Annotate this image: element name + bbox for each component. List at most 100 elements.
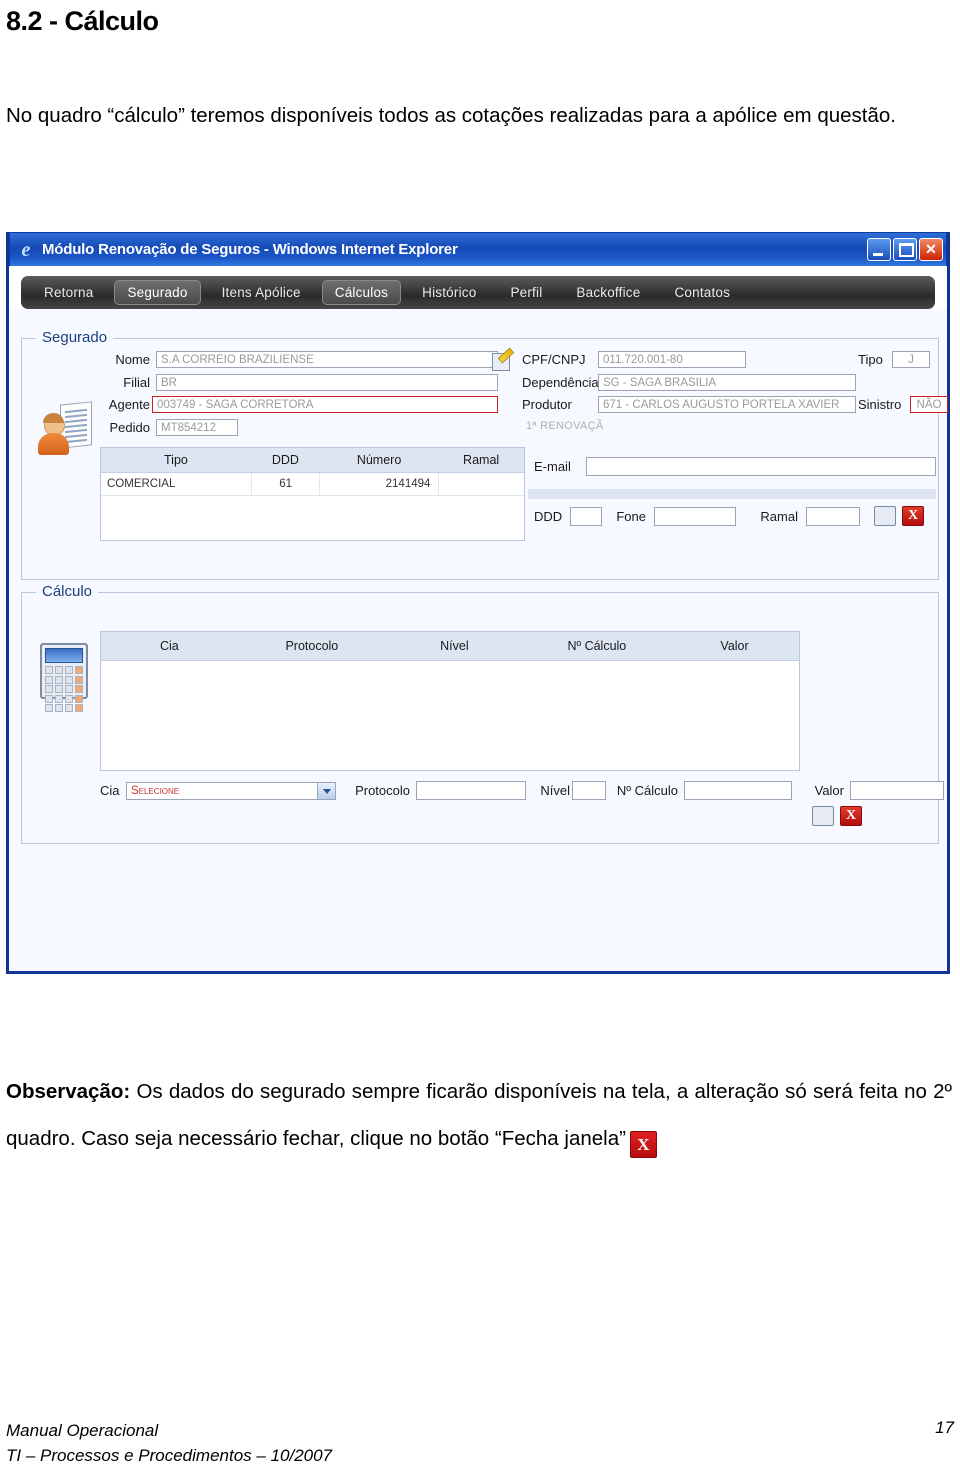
field-row-tipo: Tipo J bbox=[858, 351, 930, 368]
produtor-label: Produtor bbox=[522, 397, 572, 412]
ramal-label: Ramal bbox=[760, 508, 798, 524]
page-title: 8.2 - Cálculo bbox=[6, 6, 159, 36]
filial-input[interactable]: BR bbox=[156, 374, 498, 391]
page-number: 17 bbox=[935, 1418, 954, 1437]
ddd-label: DDD bbox=[534, 508, 563, 524]
nav-tab-perfil[interactable]: Perfil bbox=[497, 280, 555, 305]
pedido-input[interactable]: MT854212 bbox=[156, 419, 238, 436]
email-input[interactable] bbox=[586, 457, 936, 476]
agente-label: Agente bbox=[108, 397, 150, 412]
dependencia-label: Dependência bbox=[522, 375, 599, 390]
pedido-label: Pedido bbox=[109, 420, 150, 435]
sinistro-label: Sinistro bbox=[858, 397, 902, 412]
window-title: Módulo Renovação de Seguros - Windows In… bbox=[42, 241, 458, 258]
produtor-input[interactable]: 671 - CARLOS AUGUSTO PORTELA XAVIER bbox=[598, 396, 856, 413]
calculo-header-cia: Cia bbox=[159, 639, 179, 653]
cia-select[interactable]: Selecione bbox=[126, 781, 336, 800]
field-row-nome: Nome S.A CORREIO BRAZILIENSE bbox=[100, 351, 498, 368]
footer-line-1: Manual Operacional bbox=[6, 1421, 159, 1440]
calculator-icon bbox=[40, 643, 88, 712]
nav-tab-itens-apolice[interactable]: Itens Apólice bbox=[209, 280, 314, 305]
chevron-down-icon bbox=[317, 782, 335, 799]
calculo-action-buttons: X bbox=[812, 806, 862, 826]
agente-input[interactable]: 003749 - SAGA CORRETORA bbox=[152, 396, 498, 413]
phone-header-tipo: Tipo bbox=[164, 453, 188, 467]
navigation-bar-wrapper: Retorna Segurado Itens Apólice Cálculos … bbox=[9, 266, 947, 309]
observation-paragraph: Observação: Os dados do segurado sempre … bbox=[6, 1068, 952, 1162]
phone-cell-tipo: COMERCIAL bbox=[101, 473, 253, 495]
cia-select-value: Selecione bbox=[131, 784, 180, 797]
nome-input[interactable]: S.A CORREIO BRAZILIENSE bbox=[156, 351, 498, 368]
edit-pencil-icon[interactable] bbox=[492, 347, 515, 371]
phone-cell-ramal bbox=[439, 473, 524, 495]
nome-label: Nome bbox=[115, 352, 150, 367]
close-window-icon: X bbox=[629, 1131, 657, 1158]
tipo-label: Tipo bbox=[858, 352, 883, 367]
fone-input[interactable] bbox=[654, 506, 736, 526]
calculo-header-valor: Valor bbox=[720, 639, 749, 653]
calculo-header-ncalculo: Nº Cálculo bbox=[567, 639, 627, 653]
dependencia-input[interactable]: SG - SAGA BRASILIA bbox=[598, 374, 856, 391]
nivel-label: Nível bbox=[540, 783, 570, 798]
ncalculo-label: Nº Cálculo bbox=[616, 783, 678, 798]
cia-label: Cia bbox=[100, 783, 120, 798]
calculo-table: Cia Protocolo Nível Nº Cálculo Valor bbox=[100, 631, 800, 771]
email-label: E-mail bbox=[534, 459, 571, 474]
calculo-panel-title: Cálculo bbox=[36, 583, 99, 600]
valor-input[interactable] bbox=[850, 781, 944, 800]
field-row-email: E-mail bbox=[534, 457, 936, 476]
segurado-panel-title: Segurado bbox=[36, 329, 114, 346]
calculo-header-protocolo: Protocolo bbox=[285, 639, 339, 653]
footer-line-2: TI – Processos e Procedimentos – 10/2007 bbox=[6, 1446, 333, 1465]
internet-explorer-icon bbox=[16, 240, 36, 260]
close-calculo-button[interactable]: X bbox=[840, 806, 862, 826]
nav-tab-historico[interactable]: Histórico bbox=[409, 280, 489, 305]
nav-tab-backoffice[interactable]: Backoffice bbox=[563, 280, 653, 305]
close-contact-button[interactable]: X bbox=[902, 506, 924, 526]
save-contact-button[interactable] bbox=[874, 506, 896, 526]
ddd-input[interactable] bbox=[570, 506, 602, 526]
nivel-input[interactable] bbox=[572, 781, 606, 800]
nav-tab-segurado[interactable]: Segurado bbox=[114, 280, 201, 305]
cpf-cnpj-input[interactable]: 011.720.001-80 bbox=[598, 351, 746, 368]
intro-paragraph: No quadro “cálculo” teremos disponíveis … bbox=[6, 104, 896, 127]
renovacao-note: 1ª RENOVAÇÃ bbox=[526, 420, 604, 432]
calculo-header-nivel: Nível bbox=[440, 639, 469, 653]
minimize-button[interactable] bbox=[867, 238, 891, 261]
insured-person-icon bbox=[34, 401, 102, 463]
field-row-calculo-entry: Cia Selecione Protocolo Nível Nº Cálculo… bbox=[100, 781, 944, 800]
protocolo-input[interactable] bbox=[416, 781, 526, 800]
field-row-sinistro: Sinistro NÃO bbox=[858, 396, 948, 413]
browser-window: Módulo Renovação de Seguros - Windows In… bbox=[6, 232, 950, 974]
ramal-input[interactable] bbox=[806, 506, 860, 526]
observation-label: Observação: bbox=[6, 1080, 131, 1103]
sinistro-input[interactable]: NÃO bbox=[910, 396, 948, 413]
window-titlebar: Módulo Renovação de Seguros - Windows In… bbox=[9, 232, 947, 266]
calculo-table-header: Cia Protocolo Nível Nº Cálculo Valor bbox=[101, 632, 799, 661]
maximize-button[interactable] bbox=[893, 238, 917, 261]
phone-header-ddd: DDD bbox=[271, 453, 299, 467]
field-row-cpf-cnpj: CPF/CNPJ 011.720.001-80 bbox=[522, 351, 746, 368]
phone-cell-numero: 2141494 bbox=[320, 473, 440, 495]
close-window-button[interactable] bbox=[919, 238, 943, 261]
nav-tab-contatos[interactable]: Contatos bbox=[661, 280, 743, 305]
fone-label: Fone bbox=[616, 508, 646, 524]
calculator-keys bbox=[45, 666, 83, 712]
segurado-panel: Segurado Nome S.A CORREIO BRAZILIENSE Fi… bbox=[21, 329, 948, 580]
footer: Manual Operacional TI – Processos e Proc… bbox=[6, 1418, 332, 1468]
person-body-shape bbox=[38, 433, 69, 455]
field-row-dependencia: Dependência SG - SAGA BRASILIA bbox=[522, 374, 856, 391]
ncalculo-input[interactable] bbox=[684, 781, 792, 800]
phone-table: Tipo DDD Número Ramal COMERCIAL 61 21414… bbox=[100, 447, 525, 541]
field-row-contact-entry: DDD Fone Ramal X bbox=[534, 506, 924, 526]
save-calculo-button[interactable] bbox=[812, 806, 834, 826]
protocolo-label: Protocolo bbox=[355, 783, 410, 798]
navigation-bar: Retorna Segurado Itens Apólice Cálculos … bbox=[21, 276, 935, 309]
phone-header-numero: Número bbox=[356, 453, 402, 467]
phone-cell-ddd: 61 bbox=[252, 473, 320, 495]
table-row[interactable]: COMERCIAL 61 2141494 bbox=[101, 473, 524, 496]
tipo-input[interactable]: J bbox=[892, 351, 930, 368]
field-row-agente: Agente 003749 - SAGA CORRETORA bbox=[100, 396, 498, 413]
nav-tab-calculos[interactable]: Cálculos bbox=[321, 280, 402, 305]
nav-tab-retorna[interactable]: Retorna bbox=[31, 280, 106, 305]
